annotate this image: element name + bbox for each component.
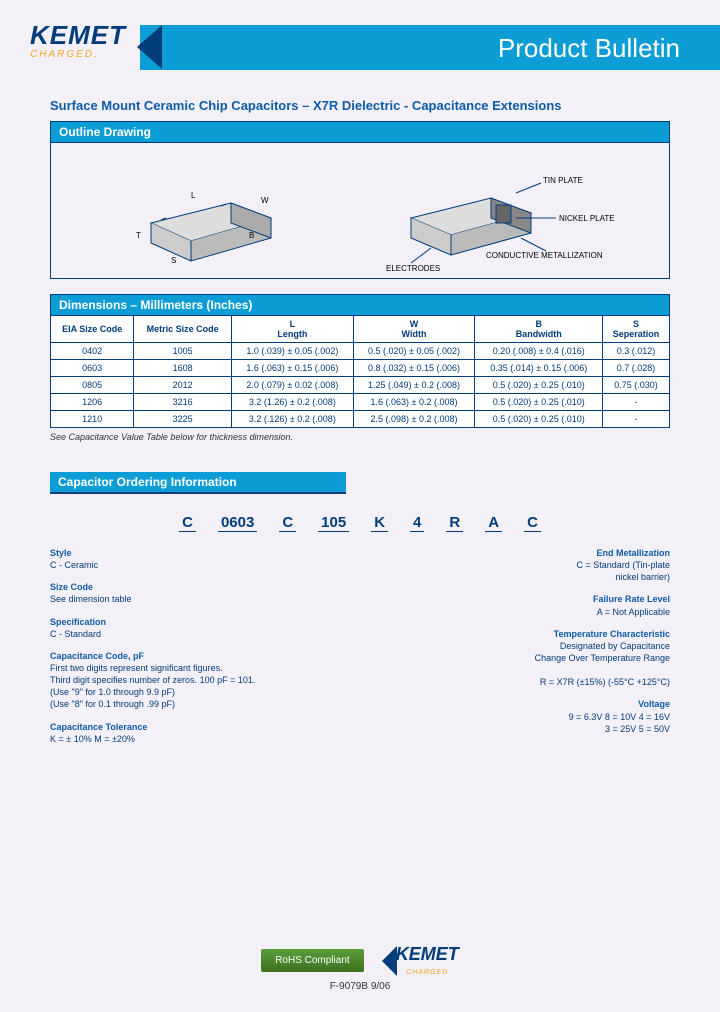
def-block: Failure Rate LevelA = Not Applicable [340, 593, 670, 617]
footer-logo: KEMET CHARGED [396, 944, 459, 977]
svg-text:W: W [261, 196, 269, 205]
dimensions-table: EIA Size CodeMetric Size CodeLLengthWWid… [50, 315, 670, 428]
doc-number: F-9079B 9/06 [0, 981, 720, 992]
svg-text:T: T [136, 231, 141, 240]
table-header: LLength [231, 316, 353, 343]
def-block: Capacitance ToleranceK = ± 10% M = ±20% [50, 721, 340, 745]
part-number-row: C 0603 C 105 K 4 R A C [50, 514, 670, 532]
svg-text:B: B [249, 231, 254, 240]
table-header: WWidth [353, 316, 475, 343]
arrow-icon [367, 946, 397, 976]
ordering-defs: StyleC - Ceramic Size CodeSee dimension t… [50, 547, 670, 755]
svg-text:ELECTRODES: ELECTRODES [386, 264, 440, 273]
def-block: Temperature CharacteristicDesignated by … [340, 628, 670, 689]
dimensions-note: See Capacitance Value Table below for th… [50, 432, 670, 442]
footer: RoHS Compliant KEMET CHARGED F-9079B 9/0… [0, 944, 720, 992]
def-block: Voltage9 = 6.3V 8 = 10V 4 = 16V 3 = 25V … [340, 698, 670, 734]
table-row: 121032253.2 (.126) ± 0.2 (.008)2.5 (.098… [51, 411, 670, 428]
banner: Product Bulletin [140, 25, 720, 70]
chip-left-icon: L W T B S [121, 163, 301, 273]
table-header: BBandwidth [475, 316, 603, 343]
page-title: Surface Mount Ceramic Chip Capacitors – … [50, 98, 670, 113]
part-segment: A [485, 514, 502, 532]
table-header: SSeperation [603, 316, 670, 343]
svg-text:NICKEL PLATE: NICKEL PLATE [559, 214, 615, 223]
part-segment: 4 [410, 514, 424, 532]
logo: KEMET CHARGED. [30, 20, 126, 60]
logo-text: KEMET [30, 20, 126, 51]
table-row: 040210051.0 (.039) ± 0.05 (.002)0.5 (.02… [51, 343, 670, 360]
def-block: End MetallizationC = Standard (Tin-plate… [340, 547, 670, 583]
part-segment: K [371, 514, 388, 532]
def-block: StyleC - Ceramic [50, 547, 340, 571]
part-segment: C [279, 514, 296, 532]
table-header: EIA Size Code [51, 316, 134, 343]
chip-right-icon: TIN PLATE NICKEL PLATE ELECTRODES CONDUC… [391, 163, 611, 273]
part-segment: C [524, 514, 541, 532]
part-segment: 0603 [218, 514, 257, 532]
def-block: SpecificationC - Standard [50, 616, 340, 640]
outline-header: Outline Drawing [50, 121, 670, 142]
svg-text:CONDUCTIVE METALLIZATION: CONDUCTIVE METALLIZATION [486, 251, 603, 260]
svg-text:TIN PLATE: TIN PLATE [543, 176, 583, 185]
part-segment: 105 [318, 514, 349, 532]
table-header: Metric Size Code [134, 316, 232, 343]
svg-text:L: L [191, 191, 196, 200]
outline-drawing: L W T B S TIN PLATE NICKEL PLATE ELECTRO… [50, 142, 670, 279]
dimensions-header: Dimensions – Millimeters (Inches) [50, 294, 670, 315]
banner-text: Product Bulletin [140, 25, 720, 64]
def-block: Size CodeSee dimension table [50, 581, 340, 605]
content: Surface Mount Ceramic Chip Capacitors – … [0, 80, 720, 765]
header: KEMET CHARGED. Product Bulletin [0, 0, 720, 80]
rohs-badge: RoHS Compliant [261, 949, 363, 972]
def-block: Capacitance Code, pFFirst two digits rep… [50, 650, 340, 711]
table-row: 080520122.0 (.079) ± 0.02 (.008)1.25 (.0… [51, 377, 670, 394]
part-segment: R [446, 514, 463, 532]
page: KEMET CHARGED. Product Bulletin Surface … [0, 0, 720, 1012]
svg-text:S: S [171, 256, 176, 265]
ordering-header: Capacitor Ordering Information [50, 472, 346, 494]
part-segment: C [179, 514, 196, 532]
table-row: 060316081.6 (.063) ± 0.15 (.006)0.8 (.03… [51, 360, 670, 377]
table-row: 120632163.2 (1.26) ± 0.2 (.008)1.6 (.063… [51, 394, 670, 411]
